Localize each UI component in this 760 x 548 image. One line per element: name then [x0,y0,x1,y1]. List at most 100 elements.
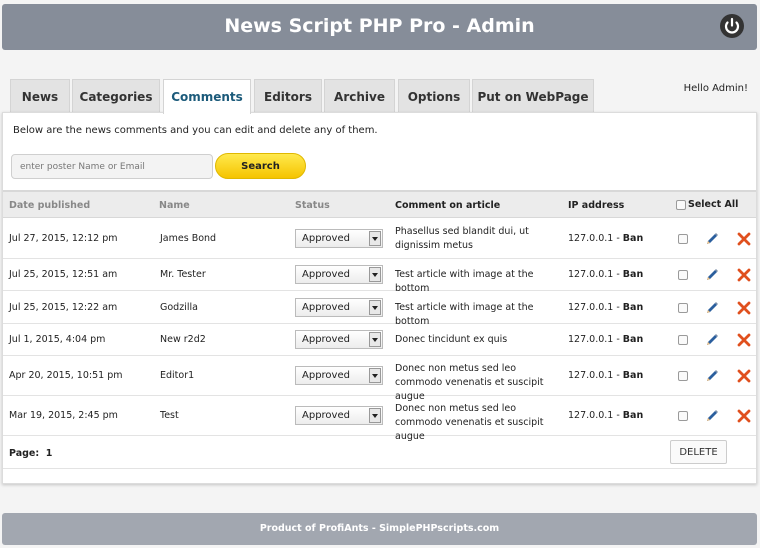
ban-link[interactable]: Ban [623,334,643,345]
pencil-icon[interactable] [704,368,720,384]
search-input[interactable] [11,154,213,179]
pagination: Page: 1 [9,448,52,459]
col-name[interactable]: Name [159,200,190,211]
status-select[interactable]: Approved [295,366,383,385]
page-label: Page: [9,448,40,459]
tab-options[interactable]: Options [398,79,470,113]
ban-link[interactable]: Ban [623,302,643,313]
search-button[interactable]: Search [215,153,306,179]
ban-link[interactable]: Ban [623,269,643,280]
table-row: Jul 1, 2015, 4:04 pm New r2d2 Approved Done… [3,324,756,356]
tab-put-on-webpage[interactable]: Put on WebPage [472,79,594,113]
table-row: Jul 25, 2015, 12:22 am Godzilla Approved Te… [3,291,756,327]
col-date[interactable]: Date published [9,200,90,211]
table-row: Jul 25, 2015, 12:51 am Mr. Tester Approved… [3,259,756,294]
table-footer: Page: 1 DELETE [3,436,756,469]
row-date: Jul 1, 2015, 4:04 pm [9,334,106,345]
col-status[interactable]: Status [295,200,330,211]
page-link[interactable]: 1 [46,448,53,459]
ban-link[interactable]: Ban [623,233,643,244]
footer: Product of ProfiAnts - SimplePHPscripts.… [2,513,757,545]
row-name: Test [160,410,179,421]
delete-icon[interactable] [736,231,752,247]
delete-icon[interactable] [736,408,752,424]
chevron-down-icon [369,231,381,246]
power-icon[interactable] [719,13,745,39]
status-value: Approved [302,233,350,244]
chevron-down-icon [369,332,381,347]
table-row: Apr 20, 2015, 10:51 pm Editor1 Approved Don… [3,356,756,402]
pencil-icon[interactable] [704,300,720,316]
row-comment: Donec tincidunt ex quis [395,334,508,345]
row-ip: 127.0.0.1 - Ban [568,302,643,313]
row-date: Apr 20, 2015, 10:51 pm [9,370,123,381]
delete-button[interactable]: DELETE [670,440,727,464]
row-ip: 127.0.0.1 - Ban [568,334,643,345]
status-select[interactable]: Approved [295,406,383,425]
delete-icon[interactable] [736,332,752,348]
row-name: Editor1 [160,370,195,381]
select-all-checkbox[interactable] [676,199,686,210]
row-comment: Phasellus sed blandit dui, ut dignissim … [395,226,529,251]
table-row: Jul 27, 2015, 12:12 pm James Bond Approved… [3,219,756,259]
select-all[interactable]: Select All [676,199,738,210]
ban-link[interactable]: Ban [623,370,643,381]
table-row: Mar 19, 2015, 2:45 pm Test Approved Donec n… [3,396,756,442]
pencil-icon[interactable] [704,332,720,348]
row-ip: 127.0.0.1 - Ban [568,269,643,280]
col-ip: IP address [568,200,625,211]
status-select[interactable]: Approved [295,265,383,284]
row-checkbox[interactable] [678,234,688,244]
status-select[interactable]: Approved [295,229,383,248]
select-all-label: Select All [688,199,739,210]
status-value: Approved [302,269,350,280]
ip-value: 127.0.0.1 - [568,269,623,280]
app-title: News Script PHP Pro - Admin [224,15,535,37]
comments-panel: Below are the news comments and you can … [2,112,757,484]
status-value: Approved [302,370,350,381]
row-name: New r2d2 [160,334,206,345]
status-select[interactable]: Approved [295,298,383,317]
tab-comments[interactable]: Comments [163,79,251,114]
row-name: James Bond [160,233,217,244]
ban-link[interactable]: Ban [623,410,643,421]
status-value: Approved [302,334,350,345]
tab-archive[interactable]: Archive [324,79,395,113]
row-date: Jul 27, 2015, 12:12 pm [9,233,118,244]
ip-value: 127.0.0.1 - [568,334,623,345]
chevron-down-icon [369,368,381,383]
ip-value: 127.0.0.1 - [568,410,623,421]
delete-icon[interactable] [736,267,752,283]
ip-value: 127.0.0.1 - [568,233,623,244]
row-checkbox[interactable] [678,303,688,313]
tab-news[interactable]: News [10,79,70,113]
status-select[interactable]: Approved [295,330,383,349]
delete-icon[interactable] [736,300,752,316]
intro-text: Below are the news comments and you can … [13,125,378,136]
status-value: Approved [302,302,350,313]
pencil-icon[interactable] [704,408,720,424]
row-ip: 127.0.0.1 - Ban [568,370,643,381]
row-checkbox[interactable] [678,371,688,381]
chevron-down-icon [369,408,381,423]
row-ip: 127.0.0.1 - Ban [568,410,643,421]
row-date: Jul 25, 2015, 12:22 am [9,302,118,313]
ip-value: 127.0.0.1 - [568,370,623,381]
chevron-down-icon [369,300,381,315]
col-comment: Comment on article [395,200,501,211]
delete-icon[interactable] [736,368,752,384]
row-ip: 127.0.0.1 - Ban [568,233,643,244]
tab-categories[interactable]: Categories [72,79,160,113]
app-header: News Script PHP Pro - Admin [2,4,757,50]
row-date: Jul 25, 2015, 12:51 am [9,269,118,280]
table-header: Date published Name Status Comment on ar… [3,190,756,218]
row-checkbox[interactable] [678,270,688,280]
tab-editors[interactable]: Editors [254,79,322,113]
row-checkbox[interactable] [678,335,688,345]
row-name: Godzilla [160,302,198,313]
row-checkbox[interactable] [678,411,688,421]
ip-value: 127.0.0.1 - [568,302,623,313]
pencil-icon[interactable] [704,231,720,247]
row-name: Mr. Tester [160,269,206,280]
pencil-icon[interactable] [704,267,720,283]
